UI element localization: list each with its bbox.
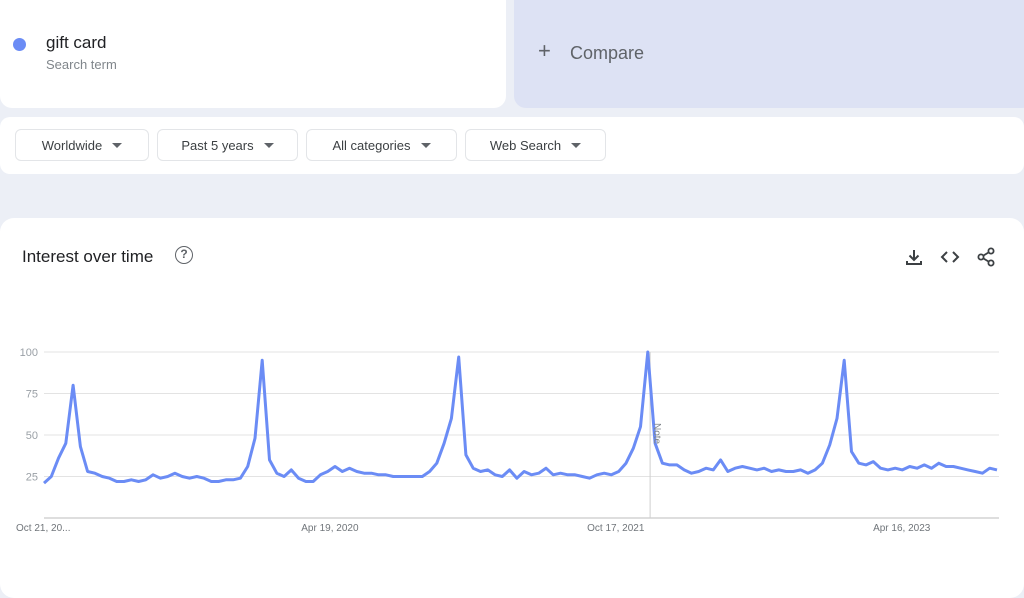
- caret-down-icon: [571, 142, 582, 148]
- search-term-name[interactable]: gift card: [46, 33, 106, 53]
- category-dropdown[interactable]: All categories: [306, 129, 457, 161]
- search-type-dropdown[interactable]: Web Search: [465, 129, 606, 161]
- plus-icon: +: [538, 38, 551, 63]
- compare-button[interactable]: + Compare: [514, 0, 1024, 108]
- caret-down-icon: [420, 142, 431, 148]
- region-label: Worldwide: [41, 137, 103, 153]
- category-label: All categories: [332, 137, 411, 153]
- share-icon[interactable]: [975, 246, 997, 268]
- search-term-subtitle: Search term: [46, 57, 117, 72]
- chart-title: Interest over time: [22, 247, 154, 266]
- compare-label: Compare: [570, 43, 645, 63]
- caret-down-icon: [263, 142, 274, 148]
- region-dropdown[interactable]: Worldwide: [15, 129, 149, 161]
- interest-over-time-card: Interest over time ?: [0, 218, 1024, 598]
- embed-icon[interactable]: [939, 246, 961, 268]
- search-term-card[interactable]: gift card Search term: [0, 0, 506, 108]
- filter-bar: Worldwide Past 5 years All categories We…: [0, 117, 1024, 174]
- download-icon[interactable]: [903, 246, 925, 268]
- search-type-label: Web Search: [489, 137, 562, 153]
- series-color-dot: [13, 38, 26, 51]
- help-icon[interactable]: ?: [175, 246, 193, 264]
- time-range-label: Past 5 years: [181, 137, 254, 153]
- time-range-dropdown[interactable]: Past 5 years: [157, 129, 298, 161]
- caret-down-icon: [112, 142, 123, 148]
